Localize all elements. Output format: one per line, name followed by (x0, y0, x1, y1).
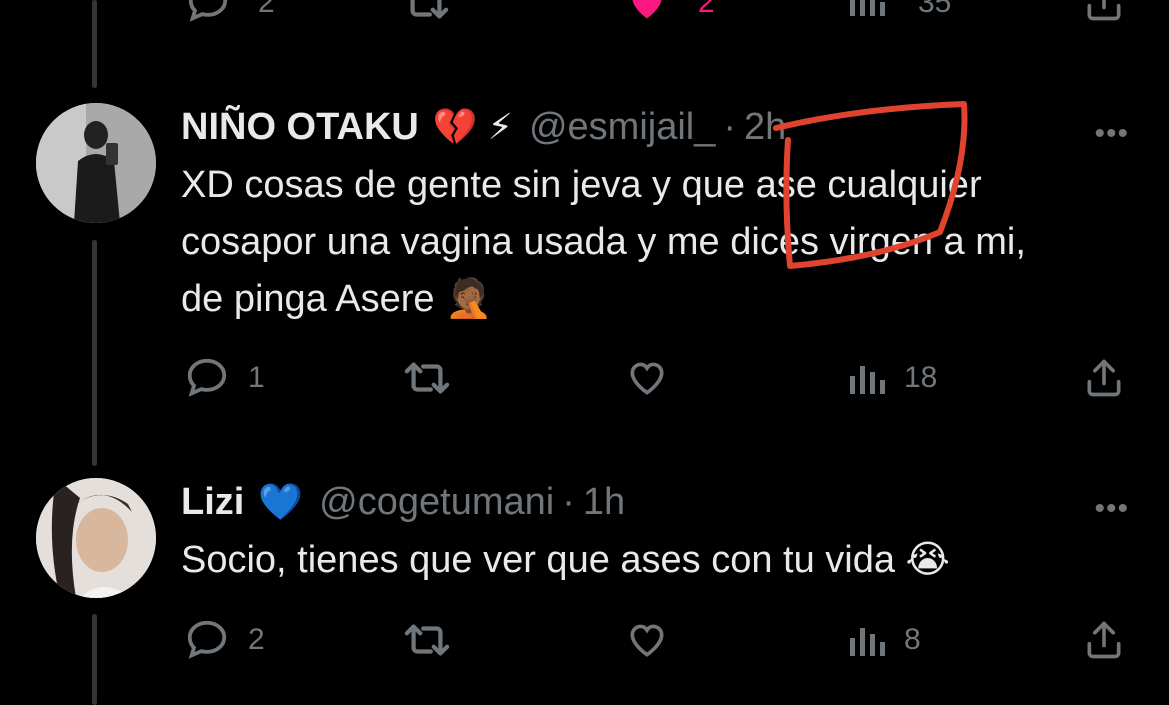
name-emoji: 💔 ⚡ (432, 106, 513, 147)
retweet-button[interactable] (400, 615, 454, 665)
reply-count: 2 (258, 0, 275, 19)
tweet-text: Socio, tienes que ver que ases con tu vi… (181, 539, 950, 581)
retweet-button[interactable] (400, 353, 454, 403)
user-handle[interactable]: @cogetumani (319, 481, 554, 524)
retweet-icon (400, 355, 454, 401)
previous-tweet-actions: 2 2 35 (0, 0, 1169, 30)
user-handle[interactable]: @esmijail_ (529, 106, 715, 149)
share-icon[interactable] (1082, 0, 1126, 29)
retweet-icon[interactable] (400, 0, 452, 31)
views-count: 8 (904, 623, 921, 656)
like-count: 2 (698, 0, 715, 19)
share-button[interactable] (1082, 353, 1126, 403)
name-emoji: 💙 (258, 481, 304, 522)
views-icon (846, 620, 886, 660)
like-button[interactable] (624, 615, 670, 665)
tweet-actions: 1 18 (0, 353, 1169, 403)
timestamp[interactable]: 2h (744, 106, 786, 149)
tweet[interactable]: Lizi 💙 @cogetumani · 1h ••• Socio, tiene… (0, 470, 1169, 705)
views-icon (846, 358, 886, 398)
tweet-actions: 2 8 (0, 615, 1169, 665)
retweet-icon (400, 617, 454, 663)
tweet-header: Lizi 💙 @cogetumani · 1h (181, 478, 625, 526)
reply-count: 1 (248, 361, 265, 394)
like-button[interactable] (624, 353, 670, 403)
share-icon (1082, 618, 1126, 662)
more-options-icon[interactable]: ••• (1094, 492, 1129, 526)
reply-icon[interactable] (185, 0, 231, 31)
share-button[interactable] (1082, 615, 1126, 665)
views-icon[interactable] (846, 0, 886, 25)
display-name[interactable]: Lizi (181, 481, 244, 524)
views-count: 35 (918, 0, 952, 19)
more-options-icon[interactable]: ••• (1094, 117, 1129, 151)
separator: · (562, 480, 575, 523)
heart-filled-icon[interactable] (624, 0, 670, 29)
share-icon (1082, 356, 1126, 400)
reply-icon (184, 617, 230, 663)
timestamp[interactable]: 1h (583, 481, 625, 524)
tweet[interactable]: NIÑO OTAKU 💔 ⚡ @esmijail_ · 2h ••• XD co… (0, 95, 1169, 415)
heart-icon (624, 618, 670, 662)
reply-button[interactable]: 2 (184, 615, 265, 665)
tweet-header: NIÑO OTAKU 💔 ⚡ @esmijail_ · 2h (181, 103, 786, 151)
avatar[interactable] (36, 103, 156, 223)
avatar[interactable] (36, 478, 156, 598)
views-count: 18 (904, 361, 938, 394)
views-button[interactable]: 18 (846, 353, 937, 403)
reply-button[interactable]: 1 (184, 353, 265, 403)
display-name[interactable]: NIÑO OTAKU (181, 106, 419, 149)
tweet-text: XD cosas de gente sin jeva y que ase cua… (181, 164, 1026, 320)
views-button[interactable]: 8 (846, 615, 921, 665)
reply-count: 2 (248, 623, 265, 656)
reply-icon (184, 355, 230, 401)
heart-icon (624, 356, 670, 400)
separator: · (723, 105, 737, 148)
